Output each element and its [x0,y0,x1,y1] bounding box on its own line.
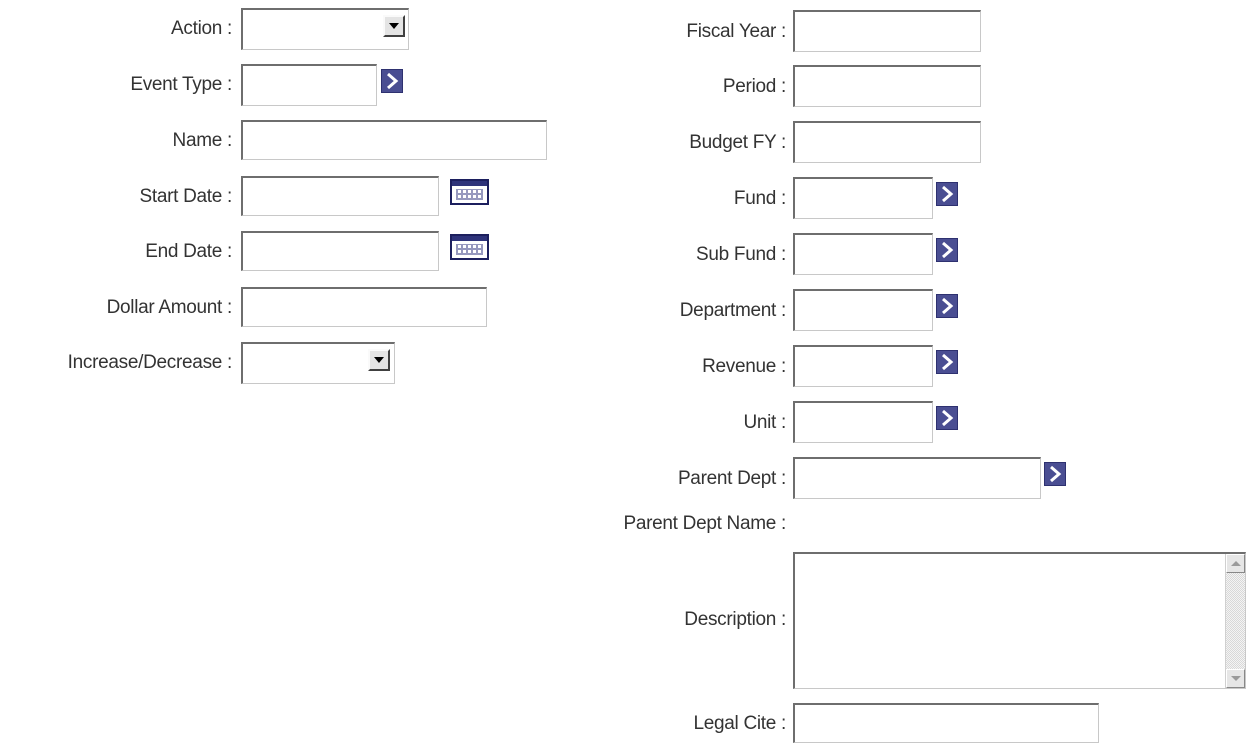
dollar-amount-value[interactable] [243,289,486,326]
end-date-calendar-icon[interactable] [450,234,489,260]
name-label: Name : [172,130,233,151]
revenue-value[interactable] [795,347,932,386]
parent-dept-name-label: Parent Dept Name : [623,513,786,534]
legal-cite-value[interactable] [795,705,1098,742]
action-label: Action : [171,18,232,39]
scroll-down-icon[interactable] [1226,669,1245,688]
start-date-label: Start Date : [139,186,233,207]
scroll-up-icon[interactable] [1226,554,1245,573]
parent-dept-label: Parent Dept : [677,468,786,489]
fund-label: Fund : [733,188,786,209]
event-type-input[interactable] [241,64,377,106]
description-scrollbar[interactable] [1225,554,1245,688]
start-date-value[interactable] [243,178,438,215]
unit-input[interactable] [793,401,933,443]
fund-value[interactable] [795,179,932,218]
sub-fund-input[interactable] [793,233,933,275]
start-date-calendar-icon[interactable] [450,179,489,205]
sub-fund-label: Sub Fund : [696,244,786,265]
unit-label: Unit : [743,412,786,433]
fiscal-year-value[interactable] [795,12,980,51]
dollar-amount-label: Dollar Amount : [106,297,233,318]
event-type-lookup-arrow-icon[interactable] [381,69,403,93]
sub-fund-value[interactable] [795,235,932,274]
description-textarea[interactable] [793,552,1246,689]
name-input[interactable] [241,120,547,160]
start-date-input[interactable] [241,176,439,216]
parent-dept-input[interactable] [793,457,1041,499]
fiscal-year-label: Fiscal Year : [686,21,786,42]
unit-lookup-arrow-icon[interactable] [936,406,958,430]
period-input[interactable] [793,65,981,107]
description-value[interactable] [795,554,1245,562]
revenue-label: Revenue : [702,356,786,377]
description-label: Description : [684,609,786,630]
period-value[interactable] [795,67,980,106]
event-type-label: Event Type : [130,74,232,95]
budget-fy-input[interactable] [793,121,981,163]
end-date-input[interactable] [241,231,439,271]
budget-fy-value[interactable] [795,123,980,162]
increase-decrease-chevron-down-icon[interactable] [368,349,390,371]
budget-fy-label: Budget FY : [689,132,786,153]
sub-fund-lookup-arrow-icon[interactable] [936,238,958,262]
parent-dept-lookup-arrow-icon[interactable] [1044,462,1066,486]
revenue-lookup-arrow-icon[interactable] [936,350,958,374]
end-date-label: End Date : [145,241,232,262]
legal-cite-input[interactable] [793,703,1099,743]
increase-decrease-label: Increase/Decrease : [67,352,233,373]
dollar-amount-input[interactable] [241,287,487,327]
department-input[interactable] [793,289,933,331]
revenue-input[interactable] [793,345,933,387]
unit-value[interactable] [795,403,932,442]
department-label: Department : [679,300,787,321]
event-type-value[interactable] [243,66,376,105]
department-lookup-arrow-icon[interactable] [936,294,958,318]
fund-input[interactable] [793,177,933,219]
period-label: Period : [722,76,786,97]
scroll-track[interactable] [1226,573,1245,669]
department-value[interactable] [795,291,932,330]
fiscal-year-input[interactable] [793,10,981,52]
legal-cite-label: Legal Cite : [693,713,786,734]
parent-dept-value[interactable] [795,459,1040,498]
fund-lookup-arrow-icon[interactable] [936,182,958,206]
name-value[interactable] [243,122,546,159]
end-date-value[interactable] [243,233,438,270]
action-dropdown-chevron-down-icon[interactable] [383,15,405,37]
